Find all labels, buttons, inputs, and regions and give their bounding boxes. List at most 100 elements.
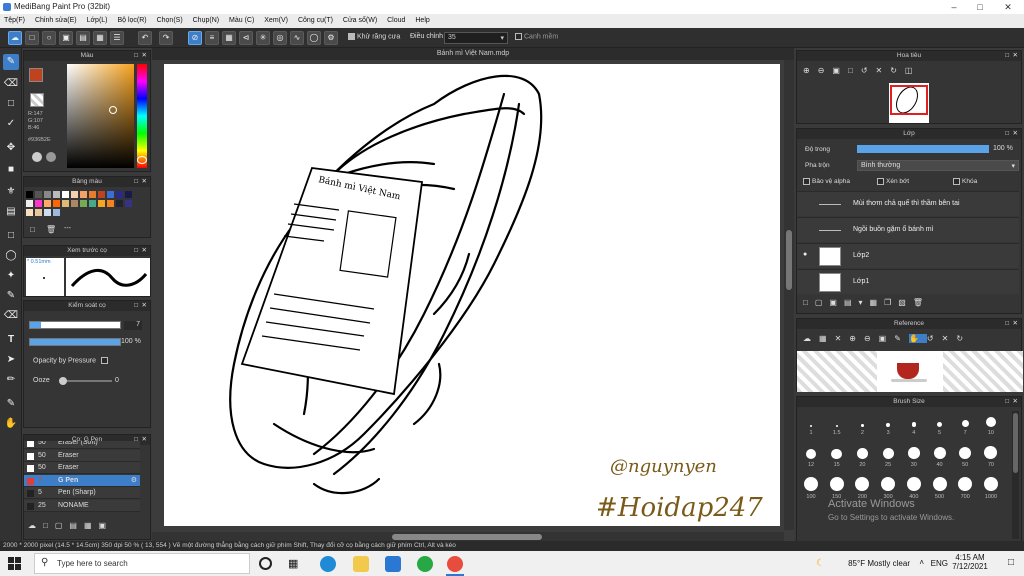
delete-layer-icon[interactable]: 🗑 [913,298,930,307]
brush-size-option[interactable]: 100 [799,477,823,501]
palette-swatch[interactable] [107,200,114,207]
blend-mode-select[interactable]: Bình thường ▾ [857,160,1019,171]
rotate-left-icon[interactable]: ↺ [861,66,876,75]
snap-radial-icon[interactable]: ✳ [256,31,270,45]
close-icon[interactable]: ✕ [142,301,147,311]
snap-curve-icon[interactable]: ∿ [290,31,304,45]
layer-row[interactable]: Mùi thơm chả quế thì thầm bên tai [797,191,1019,216]
palette-swatch[interactable] [44,209,51,216]
reference-image-area[interactable] [797,351,1023,392]
snap-ellipse-icon[interactable]: ◯ [307,31,321,45]
anti-alias-toggle[interactable]: Khử răng cưa [348,33,400,40]
chevron-up-icon[interactable]: ˄ [919,558,924,567]
page-icon[interactable]: ▤ [76,31,90,45]
palette-swatch[interactable] [53,200,60,207]
brush-size-option[interactable]: 25 [876,445,900,469]
brush-list-item[interactable]: 7 G Pen ⚙ [24,474,140,487]
menu-layer[interactable]: Lớp(L) [83,14,112,24]
palette-swatch[interactable] [26,209,33,216]
magic-wand-tool-icon[interactable]: ✦ [3,268,19,284]
brush-size-option[interactable]: 4 [902,413,926,437]
dock-icon[interactable]: □ [1005,129,1009,139]
rectangle-tool-icon[interactable]: □ [3,96,19,112]
new-layer-icon[interactable]: □ [803,298,815,307]
cloud-icon[interactable]: ☁ [803,334,819,343]
close-icon[interactable]: ✕ [1013,397,1018,407]
opacity-pressure-toggle[interactable]: Opacity by Pressure [33,357,110,364]
actual-size-icon[interactable]: □ [848,66,861,75]
brush-size-option[interactable]: 12 [799,445,823,469]
palette-swatch[interactable] [71,191,78,198]
new-halftone-layer-icon[interactable]: ▢ [815,298,830,307]
close-icon[interactable]: ✕ [142,177,147,187]
task-view-icon[interactable]: ▦ [288,556,304,572]
palette-swatch[interactable] [35,209,42,216]
brush-list-item[interactable]: 50 Eraser [24,449,140,462]
layer-visibility-icon[interactable]: ● [803,251,807,258]
redo-icon[interactable]: ↷ [159,31,173,45]
dock-icon[interactable]: □ [1005,397,1009,407]
operation-tool-icon[interactable]: ➤ [3,352,19,368]
brush-list-item[interactable]: 50 Eraser [24,462,140,474]
snap-toggle[interactable]: Canh mềm [515,33,558,40]
brush-size-option[interactable]: 15 [825,445,849,469]
brush-size-option[interactable]: 1 [799,413,823,437]
dock-icon[interactable]: □ [1005,319,1009,329]
fit-icon[interactable]: ▣ [832,66,848,75]
reset-icon[interactable]: ✕ [942,334,957,343]
check-tool-icon[interactable]: ✓ [3,116,19,132]
drawing-canvas[interactable]: Bánh mì Việt Nam @nguynyen #Hoidap247 [164,64,780,526]
brush-size-option[interactable]: 500 [928,477,952,501]
brush-size-option[interactable]: 5 [928,413,952,437]
fit-icon[interactable]: ▣ [879,334,895,343]
brush-opacity-slider[interactable] [29,338,121,346]
brush-settings-icon[interactable]: ▤ [69,521,84,530]
flip-icon[interactable]: ◫ [905,66,921,75]
menu-view[interactable]: Xem(V) [260,14,292,24]
brush-size-option[interactable]: 1.5 [825,413,849,437]
select-eraser-tool-icon[interactable]: ⌫ [3,308,19,324]
brush-size-option[interactable]: 3 [876,413,900,437]
menu-file[interactable]: Tệp(F) [0,14,29,24]
palette-swatch[interactable] [89,191,96,198]
color-wheel-icon[interactable] [32,152,42,162]
color-cursor[interactable] [109,106,117,114]
zoom-out-icon[interactable]: ⊖ [818,66,833,75]
new-1bit-layer-icon[interactable]: ▤ [844,298,859,307]
brush-size-option[interactable]: 40 [928,445,952,469]
palette-swatch[interactable] [62,191,69,198]
palette-swatch[interactable] [125,191,132,198]
notification-icon[interactable]: □ [1008,557,1014,568]
windows-start-icon[interactable] [8,557,21,570]
close-icon[interactable]: ✕ [142,246,147,256]
hue-slider[interactable] [137,64,147,168]
menu-tools[interactable]: Công cụ(T) [294,14,337,24]
snap-perspective-icon[interactable]: ⊲ [239,31,253,45]
cloud-brush-icon[interactable]: ☁ [28,521,43,530]
edge-icon[interactable] [320,556,336,572]
hue-cursor[interactable] [137,156,147,164]
cloud-icon[interactable]: ☁ [8,31,22,45]
maximize-button[interactable]: □ [966,0,994,14]
palette-swatch[interactable] [53,191,60,198]
foreground-color-swatch[interactable] [29,68,43,82]
dock-icon[interactable]: □ [1005,51,1009,61]
brush-size-option[interactable]: 7 [953,413,977,437]
add-brush-icon[interactable]: ▢ [55,521,70,530]
saturation-value-picker[interactable] [67,64,134,168]
canvas-tab[interactable]: Bánh mì Việt Nam.mdp [152,48,794,60]
hand-tool-icon[interactable]: ✋ [3,416,19,432]
palette-swatch[interactable] [107,191,114,198]
grid-panel-icon[interactable]: ▦ [93,31,107,45]
palette-swatch[interactable] [35,200,42,207]
palette-swatch[interactable] [98,200,105,207]
snap-settings-icon[interactable]: ⚙ [324,31,338,45]
open-folder-icon[interactable]: ▦ [819,334,835,343]
clipping-toggle[interactable]: Xén bớt [877,178,909,185]
menu-window[interactable]: Cửa sổ(W) [339,14,381,24]
undo-icon[interactable]: ↶ [138,31,152,45]
duplicate-layer-icon[interactable]: ❐ [884,298,898,307]
palette-swatch[interactable] [35,191,42,198]
palette-swatch[interactable] [80,200,87,207]
close-icon[interactable]: ✕ [142,51,147,61]
